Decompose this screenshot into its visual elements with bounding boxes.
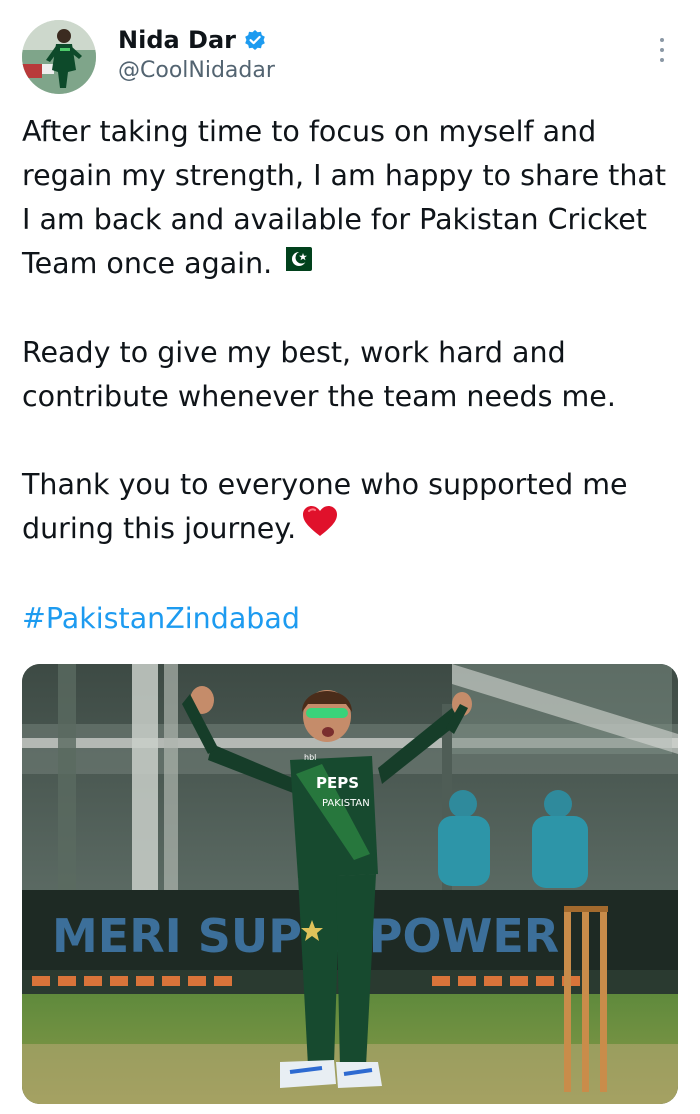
verified-badge-icon [244,29,266,51]
tweet-header: Nida Dar @CoolNidadar [0,0,700,110]
avatar-image [22,20,96,94]
cricket-photo: MERI SUPERPOWER PEPS PAKISTAN hbl [22,664,678,1104]
jersey-small-logo: hbl [304,753,316,762]
author-name-row: Nida Dar [118,24,266,56]
red-heart-emoji [302,505,338,550]
author-display-name[interactable]: Nida Dar [118,26,236,54]
author-handle[interactable]: @CoolNidadar [118,58,275,83]
tweet-paragraph-text: After taking time to focus on myself and… [22,115,667,280]
avatar[interactable] [22,20,96,94]
tweet-paragraph: Ready to give my best, work hard and con… [22,336,616,413]
hashtag-link[interactable]: #PakistanZindabad [22,597,682,641]
jersey-country-text: PAKISTAN [322,798,370,809]
tweet-paragraph: After taking time to focus on myself and… [22,110,682,287]
tweet-media-image[interactable]: MERI SUPERPOWER PEPS PAKISTAN hbl [22,664,678,1104]
jersey-sponsor-text: PEPS [316,774,359,792]
more-options-icon[interactable] [652,34,672,66]
tweet-text: After taking time to focus on myself and… [22,110,682,641]
tweet-paragraph: Thank you to everyone who supported me d… [22,463,682,553]
pakistan-flag-emoji [278,240,313,284]
